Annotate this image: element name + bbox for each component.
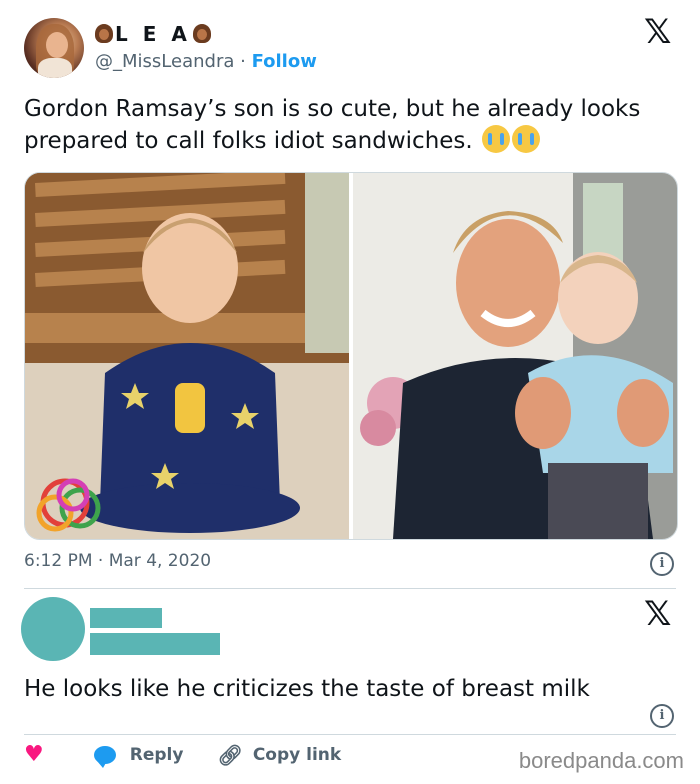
timestamp[interactable]: 6:12 PM · Mar 4, 2020	[24, 551, 211, 571]
info-icon[interactable]: i	[650, 552, 674, 576]
photo-baby-sitting-illustration	[25, 173, 349, 539]
action-bar: ♥ Reply 🔗︎ Copy link	[24, 742, 341, 768]
woman-emoji-icon	[95, 24, 113, 44]
redacted-avatar	[21, 597, 85, 661]
photo-man-holding-baby[interactable]	[353, 173, 677, 539]
link-icon[interactable]: 🔗︎	[217, 743, 242, 767]
photo-baby-sitting[interactable]	[25, 173, 349, 539]
follow-button[interactable]: Follow	[252, 51, 317, 72]
heart-icon[interactable]: ♥	[24, 742, 44, 767]
divider	[24, 734, 676, 735]
watermark: boredpanda.com	[518, 748, 684, 773]
redacted-handle	[90, 633, 220, 655]
info-icon[interactable]: i	[650, 704, 674, 728]
crying-face-icon	[512, 125, 541, 153]
display-name-text: L E A	[115, 22, 191, 46]
avatar[interactable]	[24, 18, 84, 78]
user-handle[interactable]: @_MissLeandra	[95, 51, 234, 72]
divider	[24, 588, 676, 589]
tweet-media[interactable]	[24, 172, 678, 540]
separator-dot: ·	[240, 51, 246, 72]
photo-man-holding-baby-illustration	[353, 173, 677, 539]
crying-face-icon	[482, 125, 511, 153]
reply-bubble-icon[interactable]	[93, 745, 116, 768]
copy-link-button[interactable]: Copy link	[253, 745, 341, 765]
x-logo-icon[interactable]: 𝕏	[644, 594, 671, 634]
reply-text: He looks like he criticizes the taste of…	[24, 676, 590, 702]
woman-emoji-icon	[192, 24, 211, 44]
tweet-text: Gordon Ramsay’s son is so cute, but he a…	[24, 94, 674, 157]
redacted-display-name	[90, 608, 162, 628]
reply-button[interactable]: Reply	[130, 745, 184, 765]
display-name[interactable]: L E A	[95, 22, 211, 46]
handle-row: @_MissLeandra · Follow	[95, 51, 317, 72]
x-logo-icon[interactable]: 𝕏	[644, 12, 671, 52]
tweet-body: Gordon Ramsay’s son is so cute, but he a…	[24, 96, 641, 154]
